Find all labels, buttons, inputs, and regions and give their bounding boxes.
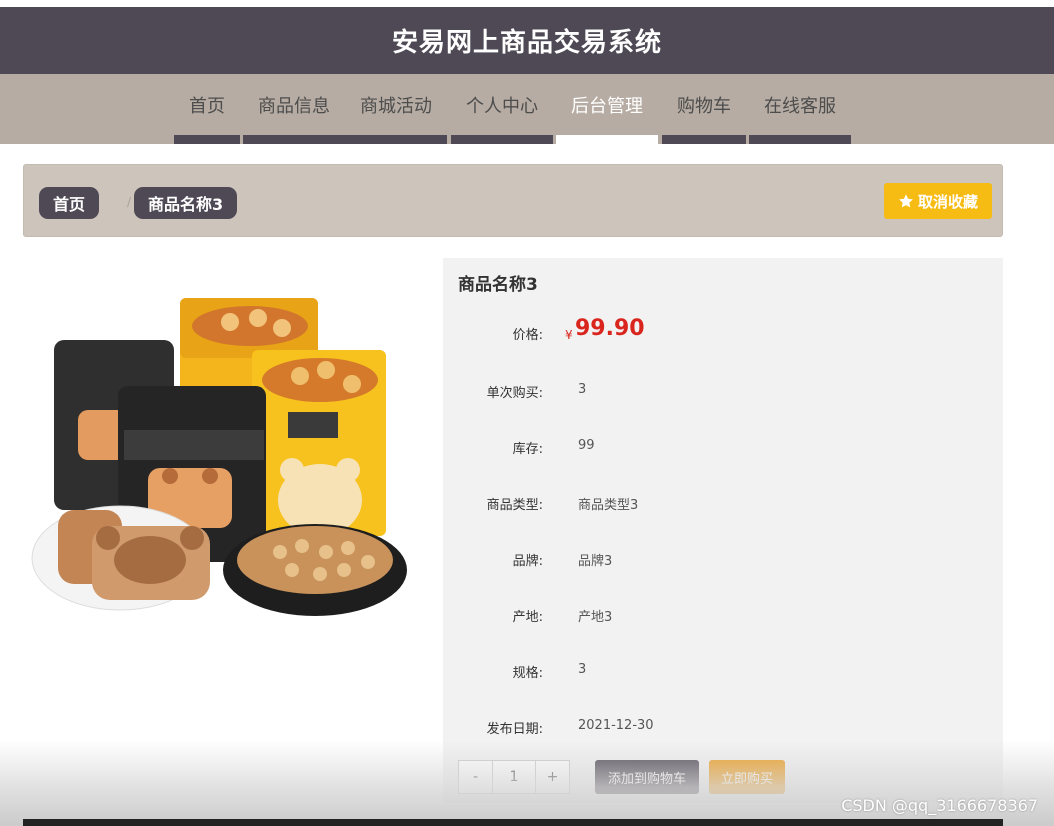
field-value: 品牌3 <box>578 554 613 569</box>
field-label: 规格: <box>512 666 543 681</box>
nav-item-label: 商城活动 <box>360 96 432 117</box>
nav-underbar <box>556 135 658 144</box>
nav-item-label: 首页 <box>189 96 225 117</box>
add-to-cart-button[interactable]: 添加到购物车 <box>595 760 699 794</box>
nav-item-home[interactable]: 首页 <box>174 74 240 144</box>
field-label: 发布日期: <box>486 722 543 737</box>
watermark: CSDN @qq_3166678367 <box>841 796 1038 815</box>
site-header: 安易网上商品交易系统 <box>0 7 1054 74</box>
quantity-stepper: - 1 + <box>458 760 570 794</box>
nav-item-admin[interactable]: 后台管理 <box>556 74 658 144</box>
nav-underbar <box>662 135 746 144</box>
price-label: 价格: <box>512 328 543 343</box>
field-value: 产地3 <box>578 610 613 625</box>
nav-item-products[interactable]: 商品信息 <box>243 74 345 144</box>
nav-item-activities[interactable]: 商城活动 <box>345 74 447 144</box>
breadcrumb-separator: / <box>127 195 132 209</box>
field-value: 3 <box>578 662 587 677</box>
nav-underbar <box>749 135 851 144</box>
field-label: 库存: <box>512 442 543 457</box>
star-icon <box>899 194 913 208</box>
unfavorite-button[interactable]: 取消收藏 <box>884 183 992 219</box>
nav-item-label: 在线客服 <box>764 96 836 117</box>
nav-item-label: 后台管理 <box>571 96 643 117</box>
field-label: 商品类型: <box>486 498 543 513</box>
nav-item-label: 个人中心 <box>466 96 538 117</box>
nav-underbar <box>243 135 345 144</box>
quantity-increment-button[interactable]: + <box>535 761 569 793</box>
nav-underbar <box>345 135 447 144</box>
quantity-input[interactable]: 1 <box>493 761 535 793</box>
price-value: 99.90 <box>575 316 645 341</box>
page: 安易网上商品交易系统 首页 商品信息 商城活动 个人中心 后台管理 购物车 在线… <box>0 0 1054 826</box>
field-value: 商品类型3 <box>578 498 639 513</box>
unfavorite-label: 取消收藏 <box>917 192 978 211</box>
nav-underbar <box>174 135 240 144</box>
field-label: 产地: <box>512 610 543 625</box>
field-label: 品牌: <box>512 554 543 569</box>
breadcrumb: 首页 / 商品名称3 取消收藏 <box>23 164 1003 237</box>
field-value: 3 <box>578 382 587 397</box>
main-nav: 首页 商品信息 商城活动 个人中心 后台管理 购物车 在线客服 <box>0 74 1054 144</box>
breadcrumb-home[interactable]: 首页 <box>39 187 100 219</box>
nav-item-cart[interactable]: 购物车 <box>662 74 746 144</box>
product-name: 商品名称3 <box>458 275 538 295</box>
nav-underbar <box>451 135 553 144</box>
nav-item-label: 购物车 <box>677 96 731 117</box>
field-value: 99 <box>578 438 595 453</box>
nav-item-personal-center[interactable]: 个人中心 <box>451 74 553 144</box>
buy-now-button[interactable]: 立即购买 <box>709 760 785 794</box>
product-image <box>31 298 407 616</box>
product-detail-panel: 商品名称3 价格: ¥ 99.90 单次购买: 3 库存: 99 商品类型: 商… <box>443 258 1003 803</box>
price-currency: ¥ <box>565 328 573 342</box>
site-title: 安易网上商品交易系统 <box>391 28 662 58</box>
nav-item-label: 商品信息 <box>258 96 330 117</box>
field-label: 单次购买: <box>486 386 543 401</box>
quantity-decrement-button[interactable]: - <box>459 761 493 793</box>
breadcrumb-current: 商品名称3 <box>134 187 238 219</box>
nav-item-customer-service[interactable]: 在线客服 <box>749 74 851 144</box>
footer-bar <box>23 819 1003 826</box>
header-top-strip <box>0 0 1054 7</box>
field-value: 2021-12-30 <box>578 718 654 733</box>
